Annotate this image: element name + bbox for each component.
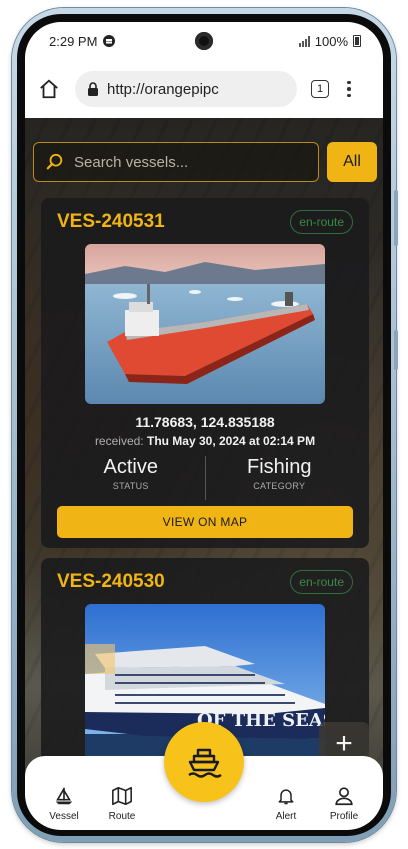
received-value: Thu May 30, 2024 at 02:14 PM (146, 434, 316, 448)
search-box[interactable] (33, 142, 319, 182)
vessel-image (85, 244, 325, 404)
vessel-coordinates: 11.78683, 124.835188 (135, 414, 275, 430)
lock-icon (88, 82, 98, 96)
view-on-map-button[interactable]: VIEW ON MAP (57, 506, 353, 538)
nav-profile[interactable]: Profile (315, 785, 373, 822)
map-icon (112, 786, 132, 806)
tab-switcher-button[interactable]: 1 (311, 80, 329, 98)
received-label: received: (94, 434, 144, 448)
url-bar[interactable]: http://orangepipc (75, 71, 297, 107)
nav-vessel-label: Vessel (49, 811, 79, 822)
nav-vessel[interactable]: Vessel (35, 785, 93, 822)
battery-icon (353, 35, 361, 47)
received-timestamp: received: Thu May 30, 2024 at 02:14 PM (57, 434, 353, 448)
status-label: STATUS (112, 481, 149, 491)
status-time: 2:29 PM (49, 33, 98, 49)
nav-alert-label: Alert (275, 811, 297, 822)
nav-alert[interactable]: Alert (257, 785, 315, 822)
search-row: All (33, 142, 377, 182)
home-icon[interactable] (37, 77, 61, 101)
spotify-icon (103, 35, 116, 47)
screen: 2:29 PM 100% http://orangepipc 1 Search … (25, 22, 383, 830)
vessel-id[interactable]: VES-240531 (57, 211, 165, 233)
filter-all-button[interactable]: All (327, 142, 377, 182)
category-stat: Fishing CATEGORY (204, 456, 354, 500)
nav-route[interactable]: Route (93, 785, 151, 822)
volume-button (394, 190, 398, 246)
sailboat-icon (55, 787, 73, 805)
ship-icon (188, 748, 222, 778)
bell-icon (278, 789, 294, 805)
battery-percent: 100% (314, 33, 348, 49)
vessel-stats: Active STATUS Fishing CATEGORY (57, 456, 353, 500)
status-stat: Active STATUS (57, 456, 205, 500)
status-value: Active (103, 456, 158, 478)
vessel-card: VES-240531 en-route 11.78683, 124.835188… (41, 198, 369, 548)
browser-toolbar: http://orangepipc 1 (25, 60, 383, 118)
front-camera (195, 32, 213, 50)
browser-menu-icon[interactable] (347, 80, 351, 98)
ship-action-button[interactable] (164, 722, 244, 802)
status-badge: en-route (290, 570, 353, 594)
signal-icon (298, 35, 310, 47)
nav-profile-label: Profile (329, 811, 359, 822)
vessel-id[interactable]: VES-240530 (57, 571, 165, 593)
status-badge: en-route (290, 210, 353, 234)
category-label: CATEGORY (253, 481, 306, 491)
search-input[interactable] (74, 153, 294, 171)
person-icon (335, 787, 353, 806)
url-text: http://orangepipc (107, 80, 219, 98)
nav-route-label: Route (108, 811, 136, 822)
category-value: Fishing (247, 456, 312, 478)
search-icon (46, 153, 63, 170)
power-button (394, 330, 398, 370)
